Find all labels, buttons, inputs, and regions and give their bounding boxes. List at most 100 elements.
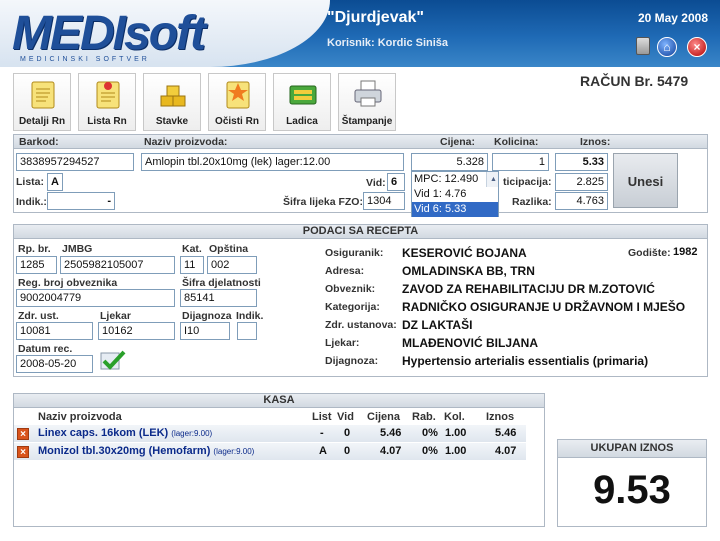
calculator-icon[interactable] [636, 37, 650, 55]
jmbg-label: JMBG [62, 243, 93, 255]
reg-input[interactable]: 9002004779 [16, 289, 175, 307]
obveznik-value: ZAVOD ZA REHABILITACIJU DR M.ZOTOVIĆ [402, 282, 655, 296]
zdr-label: Zdr. ust. [18, 310, 59, 322]
kat-input[interactable]: 11 [180, 256, 204, 274]
razlika-label: Razlika: [512, 196, 552, 208]
dropdown-option-selected[interactable]: Vid 6: 5.33 [412, 202, 498, 217]
pharmacy-name: "Djurdjevak" [327, 9, 424, 26]
toolbar: Detalji Rn Lista Rn Stavke Očisti Rn Lad… [13, 73, 396, 131]
printer-icon [354, 80, 382, 107]
price-dropdown[interactable]: MPC: 12.490 Vid 1: 4.76 Vid 6: 5.33 ▲▼ [411, 171, 499, 217]
adresa-value: OMLADINSKA BB, TRN [402, 264, 535, 278]
indik-rec-input[interactable] [237, 322, 257, 340]
invoice-number: RAČUN Br. 5479 [580, 73, 689, 89]
row-naziv: Linex caps. 16kom (LEK) (lager:9.00) [38, 427, 213, 439]
lista-rn-button[interactable]: Lista Rn [78, 73, 136, 131]
ladica-button[interactable]: Ladica [273, 73, 331, 131]
toolbar-label: Detalji Rn [18, 116, 66, 127]
godiste-label: Godište: [628, 247, 671, 259]
row-rab: 0% [422, 445, 438, 457]
toolbar-label: Štampanje [341, 116, 393, 127]
logo-subtitle: MEDICINSKI SOFTVER [20, 56, 150, 63]
ljekar-info-value: MLAĐENOVIĆ BILJANA [402, 336, 539, 350]
toolbar-label: Ladica [286, 116, 318, 127]
lista-label: Lista: [16, 176, 45, 188]
col-kol: Kol. [444, 411, 465, 423]
naziv-input[interactable]: Amlopin tbl.20x10mg (lek) lager:12.00 [141, 153, 404, 171]
delete-icon[interactable]: × [17, 446, 29, 458]
stavke-button[interactable]: Stavke [143, 73, 201, 131]
total-value: 9.53 [593, 468, 671, 512]
toolbar-label: Očisti Rn [215, 116, 259, 127]
osiguranik-label: Osiguranik: [325, 247, 384, 259]
kasa-panel: KASA Naziv proizvoda List Vid Cijena Rab… [13, 393, 545, 527]
row-vid: 0 [344, 427, 351, 439]
vid-input[interactable]: 6 [387, 173, 405, 191]
kasa-header: KASA [14, 394, 544, 408]
jmbg-input[interactable]: 2505982105007 [60, 256, 175, 274]
kolicina-label: Kolicina: [494, 136, 539, 148]
recept-header: PODACI SA RECEPTA [14, 225, 707, 239]
notepad-star-icon [226, 81, 250, 109]
sifra-djelatnosti-label: Šifra djelatnosti [182, 277, 261, 289]
zdr-ustanova-label: Zdr. ustanova: [325, 319, 397, 331]
col-vid: Vid [337, 411, 354, 423]
cijena-input[interactable]: 5.328 [411, 153, 488, 171]
table-row[interactable]: × Monizol tbl.30x20mg (Hemofarm) (lager:… [14, 443, 526, 460]
toolbar-label: Stavke [155, 116, 189, 127]
detalji-rn-button[interactable]: Detalji Rn [13, 73, 71, 131]
ljekar-label: Ljekar [100, 310, 131, 322]
kategorija-value: RADNIČKO OSIGURANJE U DRŽAVNOM I MJEŠO [402, 300, 686, 314]
godiste-value: 1982 [673, 246, 698, 258]
row-kol: 1.00 [445, 445, 467, 457]
close-icon[interactable]: × [687, 37, 707, 57]
table-row[interactable]: × Linex caps. 16kom (LEK) (lager:9.00) -… [14, 425, 526, 442]
cijena-label: Cijena: [440, 136, 476, 148]
row-list: A [319, 445, 327, 457]
kolicina-input[interactable]: 1 [492, 153, 549, 171]
dropdown-scrollbar[interactable]: ▲▼ [486, 172, 498, 187]
lista-input[interactable]: A [47, 173, 63, 191]
reg-label: Reg. broj obveznika [18, 277, 118, 289]
row-list: - [320, 427, 324, 439]
ocisti-rn-button[interactable]: Očisti Rn [208, 73, 266, 131]
col-iznos: Iznos [486, 411, 515, 423]
osiguranik-value: KESEROVIĆ BOJANA [402, 246, 527, 260]
ljekar-info-label: Ljekar: [325, 337, 360, 349]
ljekar-input[interactable]: 10162 [98, 322, 175, 340]
naziv-label: Naziv proizvoda: [144, 136, 228, 148]
iznos-label: Iznos: [580, 136, 611, 148]
barkod-input[interactable]: 3838957294527 [16, 153, 134, 171]
opstina-input[interactable]: 002 [207, 256, 257, 274]
kategorija-label: Kategorija: [325, 301, 380, 313]
rp-input[interactable]: 1285 [16, 256, 57, 274]
row-vid: 0 [344, 445, 351, 457]
col-cijena: Cijena [367, 411, 401, 423]
dijagnoza-info-label: Dijagnoza: [325, 355, 379, 367]
sifra-fzo-input[interactable]: 1304 [363, 192, 405, 210]
cash-drawer-icon [289, 85, 317, 105]
row-cijena: 4.07 [380, 445, 402, 457]
indik-input[interactable]: - [47, 192, 115, 210]
unesi-button[interactable]: Unesi [613, 153, 678, 208]
notepad-pin-icon [96, 81, 120, 109]
zdr-ustanova-value: DZ LAKTAŠI [402, 318, 473, 332]
row-rab: 0% [422, 427, 438, 439]
row-iznos: 5.46 [495, 427, 517, 439]
dijagnoza-input[interactable]: I10 [180, 322, 230, 340]
col-list: List [312, 411, 332, 423]
total-label: UKUPAN IZNOS [590, 442, 674, 454]
sifra-fzo-label: Šifra lijeka FZO: [283, 196, 363, 208]
row-cijena: 5.46 [380, 427, 402, 439]
total-box: UKUPAN IZNOS 9.53 [557, 439, 707, 527]
checkmark-icon[interactable] [100, 350, 126, 372]
notepad-icon [31, 81, 55, 109]
iznos-input: 5.33 [555, 153, 608, 171]
zdr-input[interactable]: 10081 [16, 322, 93, 340]
dropdown-option[interactable]: Vid 1: 4.76 [412, 187, 498, 202]
datum-input[interactable]: 2008-05-20 [16, 355, 93, 373]
delete-icon[interactable]: × [17, 428, 29, 440]
home-icon[interactable]: ⌂ [657, 37, 677, 57]
sifra-djelatnosti-input[interactable]: 85141 [180, 289, 257, 307]
stampanje-button[interactable]: Štampanje [338, 73, 396, 131]
